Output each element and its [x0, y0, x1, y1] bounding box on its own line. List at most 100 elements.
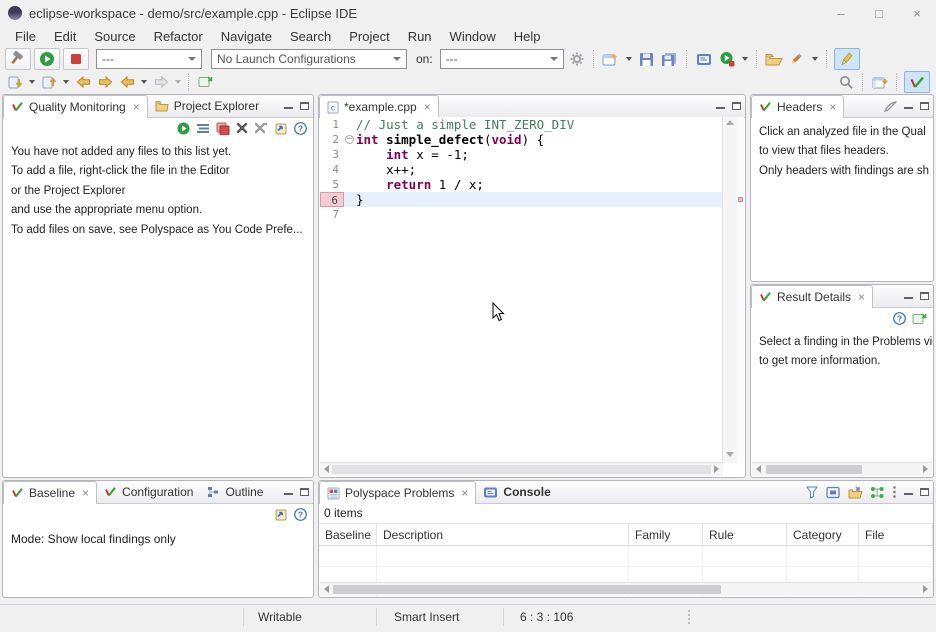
- tab-configuration[interactable]: Configuration: [97, 481, 200, 503]
- horizontal-scrollbar[interactable]: [320, 582, 932, 596]
- console-view-button[interactable]: [694, 49, 714, 69]
- save-all-button[interactable]: [660, 49, 680, 69]
- minimize-view-icon[interactable]: [284, 104, 293, 109]
- list-icon[interactable]: [196, 122, 210, 134]
- minimize-view-icon[interactable]: [904, 104, 913, 109]
- menu-item-edit[interactable]: Edit: [45, 29, 85, 44]
- scroll-left-icon[interactable]: [324, 465, 329, 473]
- code-line-2[interactable]: 2−int simple_defect(void) {: [320, 132, 723, 147]
- chevron-down-icon[interactable]: [141, 80, 147, 84]
- launch-settings-button[interactable]: [567, 49, 587, 69]
- tab-console[interactable]: Console: [476, 481, 557, 503]
- tab-project-explorer[interactable]: Project Explorer: [148, 95, 266, 117]
- chevron-down-icon[interactable]: [742, 57, 748, 61]
- code-line-6[interactable]: 6}: [320, 192, 723, 207]
- forward-button[interactable]: [95, 72, 115, 92]
- chevron-down-icon[interactable]: [626, 57, 632, 61]
- code-line-3[interactable]: 3 int x = -1;: [320, 147, 723, 162]
- open-perspective-button[interactable]: [870, 72, 890, 92]
- run-configuration-button[interactable]: [717, 49, 737, 69]
- group-by-icon[interactable]: [870, 486, 885, 499]
- run-analysis-icon[interactable]: [177, 122, 190, 135]
- polyspace-perspective-button[interactable]: [904, 71, 930, 93]
- pin-editor-button[interactable]: [195, 72, 215, 92]
- quill-icon[interactable]: [884, 101, 897, 112]
- scrollbar-thumb[interactable]: [332, 465, 711, 474]
- scroll-right-icon[interactable]: [923, 585, 928, 593]
- code-line-5[interactable]: 5 return 1 / x;: [320, 177, 723, 192]
- remove-file-icon[interactable]: [216, 122, 230, 135]
- maximize-view-icon[interactable]: [920, 292, 929, 300]
- scroll-down-icon[interactable]: [726, 452, 734, 457]
- filter-icon[interactable]: [805, 485, 819, 499]
- search-button[interactable]: [836, 72, 856, 92]
- maximize-view-icon[interactable]: [920, 488, 929, 496]
- fold-marker-icon[interactable]: −: [344, 132, 356, 147]
- new-wizard-button[interactable]: [601, 49, 621, 69]
- maximize-view-icon[interactable]: [300, 102, 309, 110]
- minimize-window-button[interactable]: –: [822, 0, 860, 26]
- pin-view-icon[interactable]: [912, 312, 927, 325]
- delete-all-icon[interactable]: [254, 122, 268, 134]
- horizontal-scrollbar[interactable]: [320, 462, 723, 476]
- scroll-up-icon[interactable]: [726, 120, 734, 125]
- chevron-down-icon[interactable]: [63, 80, 69, 84]
- prev-annotation-button[interactable]: [39, 72, 59, 92]
- menu-item-file[interactable]: File: [6, 29, 45, 44]
- scroll-left-icon[interactable]: [756, 465, 761, 473]
- build-target-combo[interactable]: ---: [96, 49, 202, 69]
- help-icon[interactable]: ?: [893, 312, 906, 325]
- view-menu-icon[interactable]: [892, 485, 897, 499]
- close-icon[interactable]: ×: [858, 290, 865, 304]
- close-window-button[interactable]: ×: [898, 0, 936, 26]
- column-header-family[interactable]: Family: [629, 524, 703, 545]
- column-header-description[interactable]: Description: [377, 524, 629, 545]
- maximize-window-button[interactable]: □: [860, 0, 898, 26]
- forward-history-button[interactable]: [151, 72, 171, 92]
- column-header-baseline[interactable]: Baseline: [319, 524, 377, 545]
- scrollbar-thumb[interactable]: [766, 465, 862, 474]
- annotation-tool-button[interactable]: [787, 49, 807, 69]
- mark-occurrences-button[interactable]: [834, 48, 860, 70]
- export-log-icon[interactable]: [848, 486, 863, 499]
- tab-headers[interactable]: Headers ×: [751, 95, 844, 118]
- save-button[interactable]: [637, 49, 657, 69]
- focus-icon[interactable]: [826, 486, 841, 499]
- tab-quality-monitoring[interactable]: Quality Monitoring ×: [3, 95, 148, 118]
- help-icon[interactable]: ?: [294, 508, 307, 521]
- close-icon[interactable]: ×: [829, 100, 836, 114]
- minimize-view-icon[interactable]: [904, 490, 913, 495]
- column-header-file[interactable]: File: [859, 524, 933, 545]
- help-icon[interactable]: ?: [294, 122, 307, 135]
- menu-item-run[interactable]: Run: [399, 29, 441, 44]
- delete-icon[interactable]: [236, 122, 248, 134]
- chevron-down-icon[interactable]: [29, 80, 35, 84]
- export-icon[interactable]: [274, 122, 288, 135]
- column-header-category[interactable]: Category: [787, 524, 859, 545]
- column-header-rule[interactable]: Rule: [703, 524, 787, 545]
- close-icon[interactable]: ×: [461, 486, 468, 500]
- tab-example-cpp[interactable]: c *example.cpp ×: [319, 95, 439, 118]
- menu-item-navigate[interactable]: Navigate: [212, 29, 281, 44]
- overview-ruler[interactable]: [737, 117, 744, 463]
- tab-polyspace-problems[interactable]: Polyspace Problems ×: [319, 481, 476, 504]
- minimize-view-icon[interactable]: [284, 490, 293, 495]
- scrollbar-thumb[interactable]: [333, 585, 721, 594]
- maximize-view-icon[interactable]: [920, 102, 929, 110]
- back-button[interactable]: [73, 72, 93, 92]
- finding-marker[interactable]: [738, 197, 743, 202]
- tab-result-details[interactable]: Result Details ×: [751, 285, 873, 308]
- tab-outline[interactable]: Outline: [200, 481, 270, 503]
- menu-item-source[interactable]: Source: [85, 29, 144, 44]
- minimize-view-icon[interactable]: [716, 104, 725, 109]
- minimize-view-icon[interactable]: [904, 294, 913, 299]
- code-line-1[interactable]: 1// Just a simple INT_ZERO_DIV: [320, 117, 723, 132]
- code-line-7[interactable]: 7: [320, 207, 723, 222]
- close-icon[interactable]: ×: [424, 100, 431, 114]
- horizontal-scrollbar[interactable]: [752, 462, 932, 476]
- maximize-view-icon[interactable]: [732, 102, 741, 110]
- launch-configuration-combo[interactable]: No Launch Configurations: [211, 49, 407, 69]
- open-resource-button[interactable]: [764, 49, 784, 69]
- launch-target-combo[interactable]: ---: [440, 49, 564, 69]
- close-icon[interactable]: ×: [82, 486, 89, 500]
